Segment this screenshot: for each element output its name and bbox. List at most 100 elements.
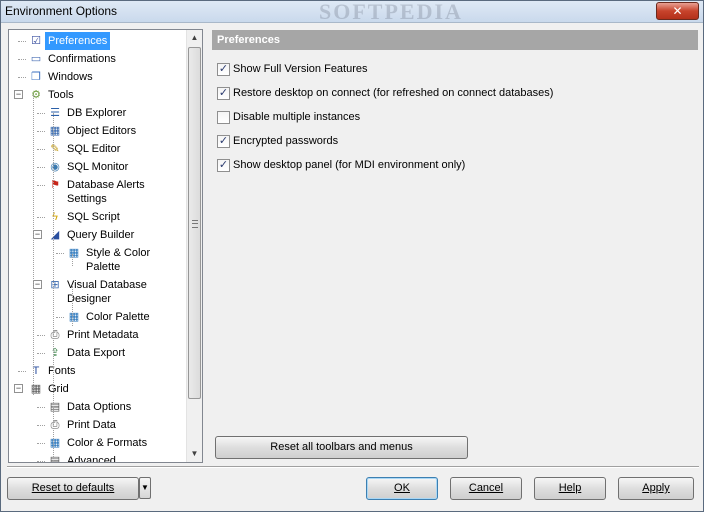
tree-connector <box>37 425 45 426</box>
ok-button[interactable]: OK <box>366 477 438 500</box>
db-explorer-icon: ☰ <box>50 107 60 119</box>
cancel-label: Cancel <box>468 482 504 494</box>
tree-item-visual-database[interactable]: − ⊞ Visual Database Designer <box>9 276 187 305</box>
windows-icon: ❐ <box>31 71 41 83</box>
sql-editor-icon: ✎ <box>50 143 60 155</box>
scroll-up-arrow-icon[interactable]: ▲ <box>187 30 202 46</box>
cancel-button[interactable]: Cancel <box>450 477 522 500</box>
tree-item-advanced[interactable]: ▤ Advanced <box>9 452 187 463</box>
color-palette-icon: ▦ <box>68 311 80 323</box>
tree-connector <box>37 185 45 186</box>
data-export-icon: ⇪ <box>50 347 60 359</box>
tree-item-fonts[interactable]: T Fonts <box>9 362 187 380</box>
tree-item-color-palette[interactable]: ▦ Color Palette <box>9 308 187 326</box>
visual-database-designer-icon: ⊞ <box>50 279 60 291</box>
tree-item-style-color[interactable]: ▦ Style & Color Palette <box>9 244 187 273</box>
data-options-icon: ▤ <box>49 401 61 413</box>
tree-item-label: Tools <box>48 89 74 101</box>
tree-connector <box>37 113 45 114</box>
scroll-grip-icon <box>192 220 198 228</box>
tree-item-sql-script[interactable]: ϟ SQL Script <box>9 208 187 226</box>
checkbox-checked[interactable]: ✓ <box>217 63 230 76</box>
query-builder-icon: ◢ <box>50 229 60 241</box>
tree-item-label: Fonts <box>48 365 76 377</box>
option-checkbox-row[interactable]: ✓ Encrypted passwords <box>217 133 687 149</box>
reset-toolbars-button[interactable]: Reset all toolbars and menus <box>215 436 468 459</box>
tree-item-grid[interactable]: − ▦ Grid <box>9 380 187 398</box>
help-label: Help <box>558 482 582 494</box>
tree-item-label: Print Data <box>67 419 116 431</box>
preferences-icon: ☑ <box>31 35 41 47</box>
tree-item-data-options[interactable]: ▤ Data Options <box>9 398 187 416</box>
tree-item-label: Grid <box>48 383 69 395</box>
sql-monitor-icon: ◉ <box>50 161 60 173</box>
collapse-icon[interactable]: − <box>33 280 42 289</box>
checkbox-checked[interactable]: ✓ <box>217 159 230 172</box>
tree-item-label: DB Explorer <box>67 107 127 119</box>
tree-connector <box>37 131 45 132</box>
option-checkbox-row[interactable]: ✓ Show Full Version Features <box>217 61 687 77</box>
style-color-palette-icon: ▦ <box>68 247 80 259</box>
option-label: Restore desktop on connect (for refreshe… <box>233 87 554 99</box>
title-bar[interactable]: Environment Options SOFTPEDIA ✕ <box>1 0 703 24</box>
checkbox-checked[interactable]: ✓ <box>217 87 230 100</box>
tree-item-label: Object Editors <box>67 125 137 137</box>
tree-item-preferences[interactable]: ☑ Preferences <box>9 32 187 50</box>
close-button[interactable]: ✕ <box>656 2 699 20</box>
option-label: Encrypted passwords <box>233 135 339 147</box>
tree-item-database-alerts[interactable]: ⚑ Database Alerts Settings <box>9 176 187 205</box>
tree-item-object-editors[interactable]: ▦ Object Editors <box>9 122 187 140</box>
tree-item-color-formats[interactable]: ▦ Color & Formats <box>9 434 187 452</box>
tree-guide-line <box>53 113 54 403</box>
apply-button[interactable]: Apply <box>618 477 694 500</box>
tree-item-label: Advanced <box>67 455 116 463</box>
checkbox-unchecked[interactable] <box>217 111 230 124</box>
tree-item-label-line2: Palette <box>86 261 121 273</box>
tree-item-data-export[interactable]: ⇪ Data Export <box>9 344 187 362</box>
advanced-icon: ▤ <box>49 455 61 463</box>
checkbox-checked[interactable]: ✓ <box>217 135 230 148</box>
tree-connector <box>37 217 45 218</box>
tree-item-sql-monitor[interactable]: ◉ SQL Monitor <box>9 158 187 176</box>
chevron-down-icon: ▼ <box>141 483 149 492</box>
scroll-thumb[interactable] <box>188 47 201 399</box>
print-metadata-icon: ⎙ <box>50 329 60 341</box>
reset-defaults-button[interactable]: Reset to defaults <box>7 477 139 500</box>
tree-item-tools[interactable]: − ⚙ Tools <box>9 86 187 104</box>
tree-connector <box>56 317 64 318</box>
tree-item-query-builder[interactable]: − ◢ Query Builder <box>9 226 187 244</box>
tree-guide-line <box>33 95 34 395</box>
panel-header: Preferences <box>212 30 698 50</box>
tree-item-sql-editor[interactable]: ✎ SQL Editor <box>9 140 187 158</box>
tree-item-db-explorer[interactable]: ☰ DB Explorer <box>9 104 187 122</box>
tree-item-label: Color Palette <box>86 311 150 323</box>
print-data-icon: ⎙ <box>50 419 60 431</box>
footer-divider <box>7 466 699 468</box>
tree-item-print-metadata[interactable]: ⎙ Print Metadata <box>9 326 187 344</box>
options-tree[interactable]: ☑ Preferences ▭ Confirmations ❐ Windows − ⚙ Tool… <box>8 29 203 463</box>
tree-item-label: Query Builder <box>67 229 135 241</box>
window-title: Environment Options <box>5 4 118 18</box>
collapse-icon[interactable]: − <box>33 230 42 239</box>
collapse-icon[interactable]: − <box>14 90 23 99</box>
tree-connector <box>56 253 64 254</box>
tree-item-print-data[interactable]: ⎙ Print Data <box>9 416 187 434</box>
tree-connector <box>37 167 45 168</box>
ok-label: OK <box>394 482 410 494</box>
tree-item-label-line2: Settings <box>67 193 107 205</box>
tree-item-confirmations[interactable]: ▭ Confirmations <box>9 50 187 68</box>
tree-item-windows[interactable]: ❐ Windows <box>9 68 187 86</box>
color-formats-icon: ▦ <box>49 437 61 449</box>
option-checkbox-row[interactable]: Disable multiple instances <box>217 109 687 125</box>
tree-item-label: Confirmations <box>48 53 116 65</box>
scroll-down-arrow-icon[interactable]: ▼ <box>187 446 202 462</box>
tree-scrollbar[interactable]: ▲ ▼ <box>186 30 202 462</box>
reset-defaults-dropdown[interactable]: ▼ <box>139 477 151 499</box>
option-checkbox-row[interactable]: ✓ Restore desktop on connect (for refresh… <box>217 85 687 101</box>
option-checkbox-row[interactable]: ✓ Show desktop panel (for MDI environment… <box>217 157 687 173</box>
confirmations-icon: ▭ <box>30 53 42 65</box>
tree-guide-line <box>72 286 73 326</box>
help-button[interactable]: Help <box>534 477 606 500</box>
collapse-icon[interactable]: − <box>14 384 23 393</box>
tree-connector <box>18 77 26 78</box>
